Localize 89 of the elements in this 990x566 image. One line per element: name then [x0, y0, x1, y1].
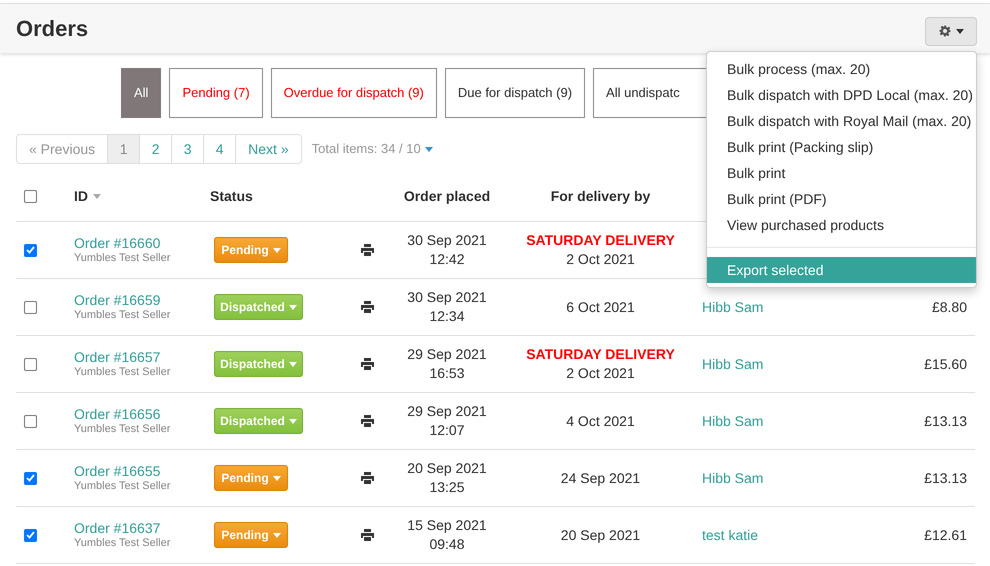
caret-icon — [288, 362, 297, 366]
order-total: £12.61 — [924, 526, 967, 542]
checkbox[interactable] — [24, 472, 37, 484]
checkbox[interactable] — [24, 358, 37, 370]
checkbox[interactable] — [24, 244, 37, 256]
menu-item[interactable]: Bulk print (Packing slip) — [707, 134, 976, 160]
order-time: 16:53 — [429, 364, 465, 383]
caret-icon — [288, 418, 297, 424]
print-icon[interactable] — [361, 472, 374, 484]
page-title: Orders — [16, 15, 88, 43]
order-date: 15 Sep 2021 — [407, 516, 487, 535]
order-time: 12:42 — [429, 250, 465, 269]
menu-item[interactable]: Export selected — [707, 257, 976, 283]
column-header[interactable]: ID — [74, 186, 88, 207]
caret-icon — [956, 28, 964, 34]
status-dropdown[interactable]: Pending — [214, 237, 288, 263]
caret-icon — [272, 248, 281, 252]
settings-button[interactable] — [925, 16, 977, 46]
checkbox[interactable] — [24, 414, 37, 428]
delivery-date: 4 Oct 2021 — [566, 412, 635, 430]
order-link[interactable]: Order #16659 — [74, 292, 160, 308]
page-link[interactable]: 1 — [107, 135, 140, 163]
delivery-date: 2 Oct 2021 — [566, 250, 635, 269]
sort-caret-icon — [93, 194, 101, 199]
filter-tab[interactable]: Due for dispatch (9) — [444, 68, 586, 118]
order-link[interactable]: Order #16637 — [74, 520, 160, 536]
total-items-selector[interactable]: Total items: 34 / 10 — [312, 139, 433, 159]
order-date: 29 Sep 2021 — [407, 402, 487, 421]
seller-name: Yumbles Test Seller — [74, 250, 170, 266]
menu-item[interactable]: Bulk print — [707, 160, 976, 186]
seller-name: Yumbles Test Seller — [74, 422, 170, 436]
column-header: Order placed — [404, 188, 490, 204]
seller-name: Yumbles Test Seller — [74, 308, 170, 322]
filter-tab[interactable]: All — [121, 68, 162, 118]
filter-tab[interactable]: Overdue for dispatch (9) — [270, 68, 437, 118]
caret-icon — [272, 476, 281, 480]
delivery-date: 24 Sep 2021 — [560, 468, 640, 488]
status-dropdown[interactable]: Dispatched — [214, 294, 303, 320]
order-total: £13.13 — [924, 412, 967, 428]
menu-item[interactable]: Bulk print (PDF) — [707, 186, 976, 212]
caret-icon — [272, 532, 281, 538]
status-dropdown[interactable]: Pending — [214, 522, 288, 548]
status-dropdown[interactable]: Dispatched — [214, 351, 303, 377]
checkbox[interactable] — [24, 300, 37, 314]
seller-name: Yumbles Test Seller — [74, 536, 170, 550]
seller-name: Yumbles Test Seller — [74, 364, 170, 380]
column-header: Status — [210, 188, 253, 204]
print-icon[interactable] — [361, 529, 374, 541]
print-icon[interactable] — [361, 301, 374, 313]
delivery-date: 20 Sep 2021 — [560, 526, 640, 544]
filter-tab[interactable]: Pending (7) — [169, 68, 263, 118]
print-icon[interactable] — [361, 244, 374, 256]
caret-icon — [288, 304, 297, 310]
customer-link[interactable]: Hibb Sam — [702, 412, 764, 428]
menu-item[interactable]: View purchased products — [707, 212, 976, 238]
order-time: 13:25 — [429, 478, 465, 497]
order-time: 12:07 — [429, 421, 465, 440]
customer-link[interactable]: Hibb Sam — [702, 356, 764, 372]
page-link[interactable]: Next » — [235, 135, 301, 163]
order-date: 20 Sep 2021 — [407, 459, 487, 478]
delivery-note: SATURDAY DELIVERY — [526, 231, 675, 250]
order-link[interactable]: Order #16660 — [74, 234, 160, 250]
order-total: £15.60 — [924, 356, 967, 372]
order-total: £13.13 — [924, 470, 967, 486]
delivery-date: 6 Oct 2021 — [566, 298, 635, 316]
delivery-date: 2 Oct 2021 — [566, 364, 635, 383]
customer-link[interactable]: Hibb Sam — [702, 298, 764, 314]
column-header: For delivery by — [550, 188, 650, 204]
order-time: 09:48 — [429, 535, 465, 554]
customer-link[interactable]: Hibb Sam — [702, 470, 764, 486]
status-dropdown[interactable]: Pending — [214, 465, 288, 491]
settings-icon — [938, 25, 950, 37]
checkbox[interactable] — [24, 528, 37, 542]
order-link[interactable]: Order #16657 — [74, 348, 160, 364]
customer-link[interactable]: test katie — [702, 526, 758, 542]
delivery-note: SATURDAY DELIVERY — [526, 345, 675, 364]
order-link[interactable]: Order #16656 — [74, 406, 160, 422]
order-time: 12:34 — [429, 307, 465, 326]
order-date: 30 Sep 2021 — [407, 288, 487, 307]
print-icon[interactable] — [361, 358, 374, 370]
order-date: 29 Sep 2021 — [407, 345, 487, 364]
seller-name: Yumbles Test Seller — [74, 478, 170, 494]
status-dropdown[interactable]: Dispatched — [214, 408, 303, 434]
order-total: £8.80 — [932, 298, 967, 314]
print-icon[interactable] — [361, 415, 374, 427]
checkbox[interactable] — [24, 190, 37, 203]
order-link[interactable]: Order #16655 — [74, 462, 160, 478]
order-date: 30 Sep 2021 — [407, 231, 487, 250]
caret-icon[interactable] — [424, 146, 433, 152]
